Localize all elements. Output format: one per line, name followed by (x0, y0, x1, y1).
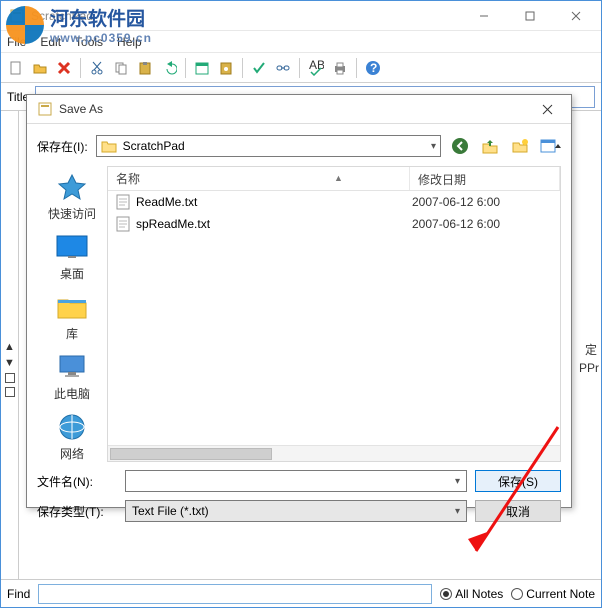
location-value: ScratchPad (123, 139, 425, 153)
help-icon[interactable]: ? (362, 57, 384, 79)
sort-indicator-icon: ▲ (334, 173, 343, 183)
view-menu-button[interactable] (539, 135, 561, 157)
text-fragment: PPr (579, 359, 599, 377)
open-icon[interactable] (29, 57, 51, 79)
chevron-down-icon[interactable]: ▼ (4, 357, 15, 369)
dialog-titlebar: Save As (27, 95, 571, 124)
cancel-button[interactable]: 取消 (475, 500, 561, 522)
place-network[interactable]: 网络 (42, 412, 102, 462)
new-icon[interactable] (5, 57, 27, 79)
file-date: 2007-06-12 6:00 (412, 195, 552, 209)
desktop-icon (55, 232, 89, 262)
network-icon (55, 412, 89, 442)
close-button[interactable] (553, 1, 599, 31)
find-input[interactable] (38, 584, 432, 604)
maximize-button[interactable] (507, 1, 553, 31)
file-row[interactable]: spReadMe.txt 2007-06-12 6:00 (108, 213, 560, 235)
toolbar-sep (299, 58, 300, 78)
folder-icon (55, 292, 89, 322)
file-name: ReadMe.txt (136, 195, 197, 209)
new-folder-button[interactable] (509, 135, 531, 157)
place-this-pc[interactable]: 此电脑 (42, 352, 102, 402)
toolbar-sep (242, 58, 243, 78)
checkbox[interactable] (5, 373, 15, 383)
svg-text:ABC: ABC (309, 60, 324, 72)
column-name[interactable]: 名称 (108, 167, 410, 190)
text-fragment: 定 (585, 341, 597, 359)
filter-all[interactable]: All Notes (440, 587, 503, 601)
chevron-up-icon[interactable]: ▲ (4, 341, 15, 353)
dialog-title: Save As (59, 102, 527, 116)
filename-label: 文件名(N): (37, 473, 117, 490)
main-titlebar: ScratchPad (1, 1, 601, 31)
file-name: spReadMe.txt (136, 217, 210, 231)
filetype-row: 保存类型(T): Text File (*.txt)▾ 取消 (37, 500, 561, 522)
chevron-down-icon: ▾ (455, 506, 460, 517)
places-bar: 快速访问 桌面 库 此电脑 网络 (37, 166, 107, 462)
chevron-down-icon: ▾ (455, 476, 460, 487)
window-title: ScratchPad (31, 9, 461, 23)
location-label: 保存在(I): (37, 138, 88, 155)
chevron-down-icon: ▾ (431, 141, 436, 152)
svg-text:?: ? (370, 61, 377, 75)
dialog-close-button[interactable] (527, 95, 567, 123)
checkbox[interactable] (5, 387, 15, 397)
save-button[interactable]: 保存(S) (475, 470, 561, 492)
place-libraries[interactable]: 库 (42, 292, 102, 342)
radio-icon (511, 588, 523, 600)
location-row: 保存在(I): ScratchPad ▾ (37, 132, 561, 160)
copy-icon[interactable] (110, 57, 132, 79)
file-row[interactable]: ReadMe.txt 2007-06-12 6:00 (108, 191, 560, 213)
print-icon[interactable] (329, 57, 351, 79)
save-as-dialog: Save As 保存在(I): ScratchPad ▾ 快速访问 (26, 94, 572, 508)
menu-edit[interactable]: Edit (40, 35, 61, 49)
location-combo[interactable]: ScratchPad ▾ (96, 135, 441, 157)
menu-tools[interactable]: Tools (75, 35, 103, 49)
file-list: ▲ 名称 修改日期 ReadMe.txt 2007-06-12 6:00 spR… (107, 166, 561, 462)
file-date: 2007-06-12 6:00 (412, 217, 552, 231)
menu-help[interactable]: Help (117, 35, 142, 49)
link-icon[interactable] (272, 57, 294, 79)
horizontal-scrollbar[interactable] (108, 445, 560, 461)
menubar: File Edit Tools Help (1, 31, 601, 53)
up-button[interactable] (479, 135, 501, 157)
file-list-header: ▲ 名称 修改日期 (108, 167, 560, 191)
app-icon (9, 8, 25, 24)
attach-icon[interactable] (215, 57, 237, 79)
delete-icon[interactable] (53, 57, 75, 79)
date-icon[interactable] (191, 57, 213, 79)
back-button[interactable] (449, 135, 471, 157)
place-desktop[interactable]: 桌面 (42, 232, 102, 282)
findbar: Find All Notes Current Note (1, 579, 601, 607)
toolbar: ABC ? (1, 53, 601, 83)
folder-icon (101, 139, 117, 153)
filetype-label: 保存类型(T): (37, 503, 117, 520)
minimize-button[interactable] (461, 1, 507, 31)
check-icon[interactable] (248, 57, 270, 79)
radio-icon (440, 588, 452, 600)
pc-icon (55, 352, 89, 382)
place-quick-access[interactable]: 快速访问 (42, 172, 102, 222)
filter-current[interactable]: Current Note (511, 587, 595, 601)
cut-icon[interactable] (86, 57, 108, 79)
dialog-icon (37, 101, 53, 117)
left-gutter: ▲ ▼ (1, 111, 19, 579)
paste-icon[interactable] (134, 57, 156, 79)
filename-input[interactable]: ▾ (125, 470, 467, 492)
toolbar-sep (356, 58, 357, 78)
find-label: Find (7, 587, 30, 601)
textfile-icon (116, 216, 130, 232)
undo-icon[interactable] (158, 57, 180, 79)
star-icon (55, 172, 89, 202)
toolbar-sep (80, 58, 81, 78)
toolbar-sep (185, 58, 186, 78)
file-rows[interactable]: ReadMe.txt 2007-06-12 6:00 spReadMe.txt … (108, 191, 560, 445)
filename-row: 文件名(N): ▾ 保存(S) (37, 470, 561, 492)
spellcheck-icon[interactable]: ABC (305, 57, 327, 79)
filetype-combo[interactable]: Text File (*.txt)▾ (125, 500, 467, 522)
textfile-icon (116, 194, 130, 210)
column-date[interactable]: 修改日期 (410, 167, 560, 190)
menu-file[interactable]: File (7, 35, 26, 49)
